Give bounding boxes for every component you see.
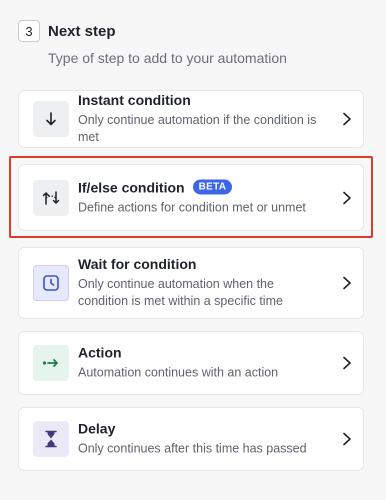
action-arrow-icon: [33, 345, 69, 381]
branch-arrows-icon: [33, 179, 69, 216]
option-description: Define actions for condition met or unme…: [78, 200, 306, 214]
step-header: 3 Next step: [18, 20, 116, 42]
arrow-down-icon: [33, 101, 69, 137]
option-title: Wait for condition: [78, 256, 197, 272]
option-title: Action: [78, 344, 122, 361]
option-description: Automation continues with an action: [78, 365, 279, 380]
option-delay[interactable]: Delay Only continues after this time has…: [18, 407, 364, 471]
option-title-row: If/else condition BETA: [78, 179, 327, 195]
clock-icon: [33, 265, 69, 301]
option-description: Only continue automation if the conditio…: [78, 113, 317, 144]
option-description: Only continues after this time has passe…: [78, 441, 307, 456]
option-title: Delay: [78, 420, 116, 437]
option-description: Only continue automation when the condit…: [78, 277, 283, 308]
beta-badge: BETA: [192, 179, 233, 195]
chevron-right-icon: [343, 276, 351, 290]
option-instant-condition[interactable]: Instant condition Only continue automati…: [18, 90, 364, 148]
step-title: Next step: [48, 22, 116, 40]
chevron-right-icon: [343, 112, 351, 126]
chevron-right-icon: [343, 432, 351, 446]
option-wait-for-condition[interactable]: Wait for condition Only continue automat…: [18, 247, 364, 319]
hourglass-icon: [33, 421, 69, 457]
step-number-badge: 3: [18, 20, 40, 42]
option-title: If/else condition: [78, 179, 185, 195]
option-if-else-condition[interactable]: If/else condition BETA Define actions fo…: [18, 164, 364, 231]
option-action[interactable]: Action Automation continues with an acti…: [18, 331, 364, 395]
step-subtitle: Type of step to add to your automation: [48, 50, 287, 66]
option-title: Instant condition: [78, 92, 191, 108]
chevron-right-icon: [343, 356, 351, 370]
chevron-right-icon: [343, 191, 351, 204]
